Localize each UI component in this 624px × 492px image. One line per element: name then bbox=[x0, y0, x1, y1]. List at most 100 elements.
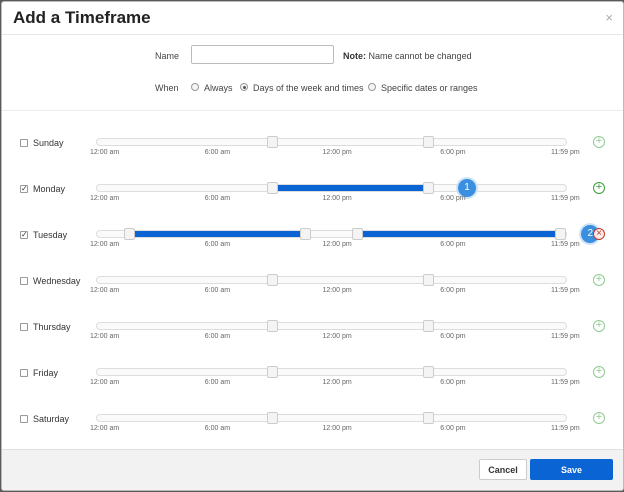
time-tick-label: 6:00 am bbox=[204, 333, 231, 340]
day-checkbox[interactable] bbox=[20, 369, 28, 377]
time-slider-track[interactable]: 1 bbox=[96, 179, 567, 197]
slider-handle[interactable] bbox=[266, 182, 278, 194]
radio-days-of-week-label[interactable]: Days of the week and times bbox=[253, 83, 364, 93]
when-label: When bbox=[155, 83, 179, 93]
add-range-icon[interactable]: + bbox=[593, 274, 605, 286]
note-text: Name cannot be changed bbox=[366, 51, 472, 61]
slider-handle[interactable] bbox=[423, 366, 435, 378]
time-tick-label: 12:00 am bbox=[90, 425, 120, 432]
time-tick-label: 6:00 pm bbox=[440, 425, 466, 432]
name-input[interactable] bbox=[191, 45, 334, 64]
slider-handle[interactable] bbox=[352, 228, 364, 240]
day-row-4: Thursday 12:00 am 6:00 am 12:00 pm 6:00 pm 11… bbox=[2, 320, 623, 366]
time-tick-label: 6:00 am bbox=[204, 241, 231, 248]
day-row-1: ✓ Monday 1 12:00 am 6:00 am 12:00 pm 6:00 pm 11… bbox=[2, 179, 623, 228]
time-tick-label: 11:59 pm bbox=[551, 149, 580, 156]
time-slider-track[interactable] bbox=[96, 412, 567, 424]
time-tick-label: 12:00 pm bbox=[322, 333, 352, 340]
time-tick-label: 6:00 pm bbox=[440, 195, 466, 202]
day-label: Wednesday bbox=[33, 276, 81, 286]
slider-handle[interactable] bbox=[266, 320, 278, 332]
slider-handle[interactable] bbox=[423, 136, 435, 148]
slider-handle[interactable] bbox=[423, 412, 435, 424]
dialog-footer: Cancel Save bbox=[2, 449, 623, 490]
form-divider bbox=[2, 110, 623, 111]
remove-range-icon[interactable]: × bbox=[593, 228, 605, 240]
time-tick-label: 12:00 pm bbox=[322, 379, 352, 386]
radio-specific-dates[interactable] bbox=[368, 83, 376, 91]
note-strong: Note: bbox=[343, 51, 366, 61]
time-tick-label: 12:00 am bbox=[90, 241, 120, 248]
day-checkbox[interactable] bbox=[20, 277, 28, 285]
slider-handle[interactable] bbox=[423, 274, 435, 286]
time-tick-label: 11:59 pm bbox=[551, 287, 580, 294]
time-tick-label: 6:00 pm bbox=[440, 379, 466, 386]
time-tick-label: 12:00 am bbox=[90, 149, 120, 156]
day-checkbox[interactable]: ✓ bbox=[20, 231, 28, 239]
radio-always-label[interactable]: Always bbox=[204, 83, 233, 93]
time-tick-label: 12:00 pm bbox=[322, 195, 352, 202]
time-slider-track[interactable] bbox=[96, 136, 567, 148]
add-range-icon[interactable]: + bbox=[593, 366, 605, 378]
time-tick-label: 6:00 am bbox=[204, 425, 231, 432]
time-tick-label: 6:00 am bbox=[204, 287, 231, 294]
time-slider-track[interactable] bbox=[96, 320, 567, 332]
day-checkbox[interactable] bbox=[20, 323, 28, 331]
time-tick-label: 6:00 am bbox=[204, 195, 231, 202]
add-range-icon[interactable]: + bbox=[593, 320, 605, 332]
add-range-icon[interactable]: + bbox=[593, 412, 605, 424]
close-icon[interactable]: × bbox=[605, 10, 613, 25]
radio-days-of-week[interactable] bbox=[240, 83, 248, 91]
timeframe-dialog: Add a Timeframe × Name Note: Name cannot… bbox=[1, 1, 624, 491]
slider-handle[interactable] bbox=[266, 366, 278, 378]
time-slider-track[interactable] bbox=[96, 274, 567, 286]
slider-handle[interactable] bbox=[300, 228, 312, 240]
day-row-3: Wednesday 12:00 am 6:00 am 12:00 pm 6:00 pm 1… bbox=[2, 274, 623, 320]
slider-handle[interactable] bbox=[423, 320, 435, 332]
save-button[interactable]: Save bbox=[530, 459, 613, 480]
slider-handle[interactable] bbox=[423, 182, 435, 194]
day-label: Thursday bbox=[33, 322, 71, 332]
time-tick-label: 6:00 pm bbox=[440, 287, 466, 294]
day-label: Saturday bbox=[33, 414, 70, 424]
name-label: Name bbox=[155, 51, 180, 61]
time-tick-label: 6:00 am bbox=[204, 149, 231, 156]
day-checkbox[interactable] bbox=[20, 139, 28, 147]
slider-handle[interactable] bbox=[266, 412, 278, 424]
day-label: Tuesday bbox=[33, 230, 68, 240]
add-range-icon[interactable]: + bbox=[593, 182, 605, 194]
time-range-fill bbox=[129, 231, 307, 237]
title-divider bbox=[2, 34, 623, 35]
time-slider-track[interactable] bbox=[96, 366, 567, 378]
radio-always[interactable] bbox=[191, 83, 199, 91]
radio-specific-dates-label[interactable]: Specific dates or ranges bbox=[381, 83, 478, 93]
time-tick-label: 6:00 pm bbox=[440, 333, 466, 340]
time-slider-track[interactable]: 2 bbox=[96, 225, 600, 243]
add-range-icon[interactable]: + bbox=[593, 136, 605, 148]
slider-handle[interactable] bbox=[555, 228, 567, 240]
time-tick-label: 11:59 pm bbox=[551, 333, 580, 340]
time-tick-label: 12:00 pm bbox=[322, 425, 352, 432]
slider-handle[interactable] bbox=[266, 274, 278, 286]
time-tick-label: 12:00 am bbox=[90, 379, 120, 386]
time-tick-label: 12:00 am bbox=[90, 333, 120, 340]
day-row-2: ✓ Tuesday 2 12:00 am 6:00 am 12:00 pm 6:00 pm 1… bbox=[2, 225, 623, 274]
day-checkbox[interactable] bbox=[20, 415, 28, 423]
slider-handle[interactable] bbox=[266, 136, 278, 148]
time-tick-label: 6:00 pm bbox=[440, 149, 466, 156]
day-row-0: Sunday 12:00 am 6:00 am 12:00 pm 6:00 pm 11:5… bbox=[2, 136, 623, 182]
time-tick-label: 12:00 pm bbox=[322, 241, 352, 248]
day-checkbox[interactable]: ✓ bbox=[20, 185, 28, 193]
time-tick-label: 12:00 am bbox=[90, 195, 120, 202]
day-row-5: Friday 12:00 am 6:00 am 12:00 pm 6:00 pm 11:5… bbox=[2, 366, 623, 412]
time-tick-label: 12:00 pm bbox=[322, 287, 352, 294]
time-tick-label: 6:00 pm bbox=[440, 241, 466, 248]
slider-handle[interactable] bbox=[123, 228, 135, 240]
time-tick-label: 11:59 pm bbox=[551, 241, 580, 248]
time-tick-label: 12:00 pm bbox=[322, 149, 352, 156]
cancel-button[interactable]: Cancel bbox=[479, 459, 527, 480]
name-note: Note: Name cannot be changed bbox=[343, 51, 472, 61]
time-range-fill bbox=[358, 231, 562, 237]
time-tick-label: 11:59 pm bbox=[551, 195, 580, 202]
dialog-title: Add a Timeframe bbox=[13, 8, 151, 27]
